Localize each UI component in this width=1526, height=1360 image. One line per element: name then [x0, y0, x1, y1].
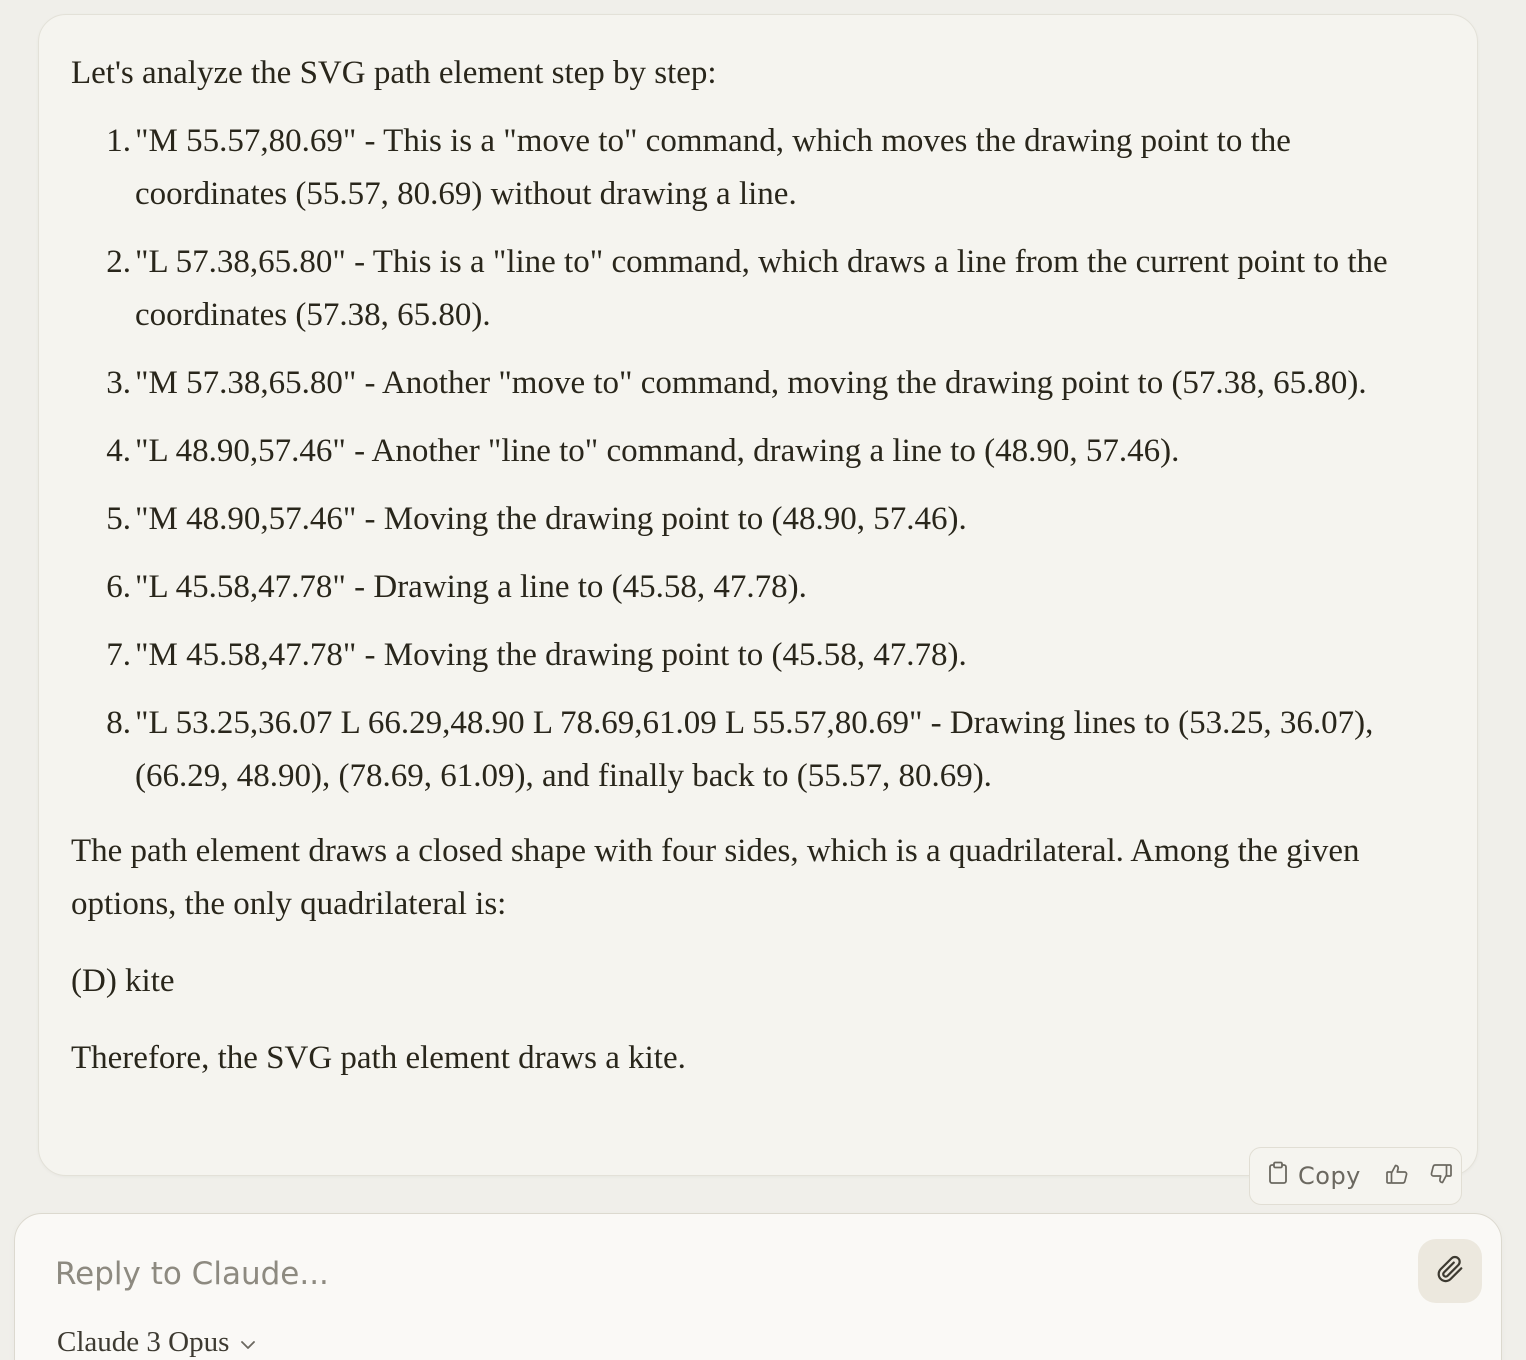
- list-item: 2. "L 57.38,65.80" - This is a "line to" …: [71, 236, 1391, 342]
- list-item-text: "M 45.58,47.78" - Moving the drawing poi…: [135, 637, 967, 673]
- reply-composer: Claude 3 Opus: [14, 1213, 1502, 1360]
- list-item-text: "L 45.58,47.78" - Drawing a line to (45.…: [135, 569, 807, 605]
- list-item-text: "L 53.25,36.07 L 66.29,48.90 L 78.69,61.…: [135, 705, 1374, 794]
- message-conclusion: The path element draws a closed shape wi…: [71, 833, 1360, 922]
- paperclip-icon: [1435, 1254, 1465, 1289]
- list-item-text: "M 48.90,57.46" - Moving the drawing poi…: [135, 501, 967, 537]
- copy-button[interactable]: Copy: [1268, 1156, 1361, 1196]
- list-item-number: 3.: [106, 365, 131, 401]
- list-item-number: 2.: [106, 244, 131, 280]
- assistant-message: Let's analyze the SVG path element step …: [38, 14, 1478, 1176]
- list-item: 7. "M 45.58,47.78" - Moving the drawing p…: [71, 629, 1391, 682]
- list-item: 1. "M 55.57,80.69" - This is a "move to" …: [71, 115, 1391, 221]
- thumbs-down-icon: [1429, 1162, 1453, 1191]
- list-item-text: "L 48.90,57.46" - Another "line to" comm…: [135, 433, 1180, 469]
- model-selector[interactable]: Claude 3 Opus: [57, 1322, 257, 1360]
- list-item-number: 5.: [106, 501, 131, 537]
- clipboard-icon: [1268, 1161, 1288, 1191]
- list-item-number: 7.: [106, 637, 131, 673]
- thumbs-up-icon: [1385, 1162, 1409, 1191]
- list-item: 4. "L 48.90,57.46" - Another "line to" co…: [71, 425, 1391, 478]
- list-item-text: "M 55.57,80.69" - This is a "move to" co…: [135, 123, 1291, 212]
- message-actions: Copy: [1249, 1147, 1462, 1205]
- list-item: 8. "L 53.25,36.07 L 66.29,48.90 L 78.69,6…: [71, 697, 1391, 803]
- list-item: 3. "M 57.38,65.80" - Another "move to" co…: [71, 357, 1391, 410]
- list-item-number: 1.: [106, 123, 131, 159]
- copy-label: Copy: [1298, 1162, 1361, 1190]
- list-item-number: 8.: [106, 705, 131, 741]
- reply-input[interactable]: [55, 1244, 1395, 1304]
- list-item-text: "L 57.38,65.80" - This is a "line to" co…: [135, 244, 1388, 333]
- chevron-down-icon: [239, 1326, 257, 1359]
- thumbs-up-button[interactable]: [1377, 1156, 1417, 1196]
- list-item: 5. "M 48.90,57.46" - Moving the drawing p…: [71, 493, 1391, 546]
- model-name: Claude 3 Opus: [57, 1325, 230, 1358]
- message-intro: Let's analyze the SVG path element step …: [71, 55, 717, 91]
- thumbs-down-button[interactable]: [1421, 1156, 1461, 1196]
- attach-button[interactable]: [1418, 1239, 1482, 1303]
- list-item-text: "M 57.38,65.80" - Another "move to" comm…: [135, 365, 1367, 401]
- list-item-number: 6.: [106, 569, 131, 605]
- message-content: Let's analyze the SVG path element step …: [71, 47, 1391, 1085]
- message-answer: (D) kite: [71, 963, 175, 999]
- list-item-number: 4.: [106, 433, 131, 469]
- steps-list: 1. "M 55.57,80.69" - This is a "move to" …: [71, 115, 1391, 803]
- list-item: 6. "L 45.58,47.78" - Drawing a line to (4…: [71, 561, 1391, 614]
- message-final: Therefore, the SVG path element draws a …: [71, 1040, 686, 1076]
